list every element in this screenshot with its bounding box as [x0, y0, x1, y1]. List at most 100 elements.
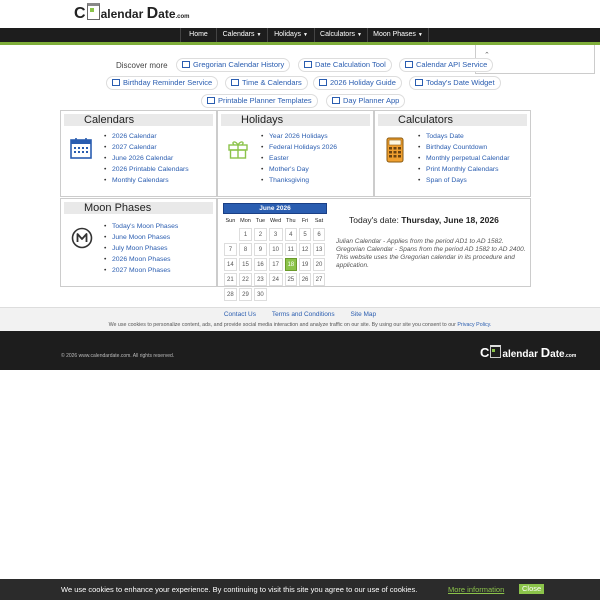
site-header: Calendar Date.com [0, 0, 600, 28]
close-cookie-button[interactable]: Close [519, 584, 545, 594]
list-item[interactable]: Easter [261, 153, 337, 164]
footer-terms-link[interactable]: Terms and Conditions [272, 311, 335, 318]
weekday-row: Sun Mon Tue Wed Thu Fri Sat [224, 216, 325, 226]
calendar-day-cell[interactable]: 19 [299, 258, 311, 271]
discover-pill[interactable]: Calendar API Service [399, 58, 494, 72]
list-item[interactable]: June 2026 Calendar [104, 153, 189, 164]
privacy-policy-link[interactable]: Privacy Policy. [457, 322, 491, 328]
list-item[interactable]: June Moon Phases [104, 232, 178, 243]
list-item[interactable]: Birthday Countdown [418, 142, 510, 153]
list-item[interactable]: Mother's Day [261, 164, 337, 175]
calendar-day-cell[interactable]: 11 [284, 243, 298, 256]
search-result-icon [405, 61, 413, 68]
calendar-day-cell[interactable]: 18 [284, 258, 298, 271]
calendar-empty-cell [313, 288, 325, 301]
discover-pill[interactable]: Date Calculation Tool [298, 58, 392, 72]
calendar-day-cell[interactable]: 1 [238, 228, 253, 241]
calendar-day-cell[interactable]: 17 [268, 258, 283, 271]
calendars-links: 2026 Calendar 2027 Calendar June 2026 Ca… [104, 131, 189, 186]
calendar-day-cell[interactable]: 13 [313, 243, 325, 256]
calendars-card: Calendars 2026 Calendar 2027 Calendar Ju… [60, 110, 217, 197]
calendar-day-cell[interactable]: 4 [284, 228, 298, 241]
list-item[interactable]: Span of Days [418, 175, 510, 186]
list-item[interactable]: Todays Date [418, 131, 510, 142]
holidays-card: Holidays Year 2026 Holidays Federal Holi… [217, 110, 374, 197]
list-item[interactable]: 2027 Moon Phases [104, 265, 178, 276]
weekday-header: Wed [269, 218, 282, 224]
list-item[interactable]: 2026 Printable Calendars [104, 164, 189, 175]
calendar-day-cell[interactable]: 5 [299, 228, 311, 241]
calendar-day-cell[interactable]: 2 [254, 228, 267, 241]
weekday-header: Tue [255, 218, 266, 224]
calendar-day-cell[interactable]: 27 [313, 273, 325, 286]
main-nav: Home Calendars ▼ Holidays ▼ Calculators ▼ M… [0, 28, 600, 45]
calendar-logo-icon [86, 3, 100, 20]
calculator-icon [386, 137, 404, 163]
calendar-day-cell[interactable]: 8 [238, 243, 253, 256]
discover-pill[interactable]: Day Planner App [326, 94, 406, 108]
more-information-link[interactable]: More information [448, 585, 504, 594]
calendar-logo-icon [490, 345, 502, 358]
footer-sitemap-link[interactable]: Site Map [351, 311, 377, 318]
list-item[interactable]: Year 2026 Holidays [261, 131, 337, 142]
search-result-icon [319, 79, 327, 86]
calendar-week-row: 21 22 23 24 25 26 27 [224, 273, 325, 286]
calendar-day-cell[interactable]: 29 [238, 288, 253, 301]
calendar-day-cell[interactable]: 26 [299, 273, 311, 286]
calendar-day-cell[interactable]: 21 [224, 273, 237, 286]
calendar-day-cell[interactable]: 9 [254, 243, 267, 256]
list-item[interactable]: July Moon Phases [104, 243, 178, 254]
nav-calculators[interactable]: Calculators ▼ [314, 28, 367, 42]
mini-calendar: June 2026 Sun Mon Tue Wed Thu Fri Sat 12345678… [223, 203, 327, 303]
nav-calendars[interactable]: Calendars ▼ [216, 28, 267, 42]
mini-calendar-month[interactable]: June 2026 [223, 203, 327, 214]
discover-pill[interactable]: Birthday Reminder Service [106, 76, 219, 90]
today-date-line: Today's date: Thursday, June 18, 2026 [349, 215, 499, 225]
list-item[interactable]: 2027 Calendar [104, 142, 189, 153]
calendar-day-cell[interactable]: 28 [224, 288, 237, 301]
calendar-day-cell[interactable]: 24 [268, 273, 283, 286]
calendar-day-cell[interactable]: 25 [284, 273, 298, 286]
list-item[interactable]: Monthly perpetual Calendar [418, 153, 510, 164]
list-item[interactable]: Today's Moon Phases [104, 221, 178, 232]
site-logo[interactable]: Calendar Date.com [74, 3, 190, 23]
discover-pill[interactable]: Today's Date Widget [409, 76, 501, 90]
list-item[interactable]: Federal Holidays 2026 [261, 142, 337, 153]
calendar-day-cell[interactable]: 23 [254, 273, 267, 286]
card-title: Calendars [64, 114, 213, 126]
calendar-day-cell[interactable]: 12 [299, 243, 311, 256]
calendar-day-cell[interactable]: 6 [313, 228, 325, 241]
nav-holidays[interactable]: Holidays ▼ [267, 28, 314, 42]
footer-logo[interactable]: Calendar Date.com [480, 345, 576, 360]
calendar-day-cell[interactable]: 20 [313, 258, 325, 271]
list-item[interactable]: Print Monthly Calendars [418, 164, 510, 175]
footer-links-bar: Contact Us Terms and Conditions Site Map… [0, 307, 600, 332]
card-title: Holidays [221, 114, 370, 126]
list-item[interactable]: 2026 Moon Phases [104, 254, 178, 265]
nav-home[interactable]: Home [180, 28, 216, 42]
calendar-day-cell[interactable]: 14 [224, 258, 237, 271]
search-result-icon [231, 79, 239, 86]
calendar-day-cell[interactable]: 22 [238, 273, 253, 286]
calendar-day-cell[interactable]: 3 [268, 228, 283, 241]
discover-pill[interactable]: Time & Calendars [225, 76, 308, 90]
calendar-day-cell[interactable]: 7 [224, 243, 237, 256]
calendar-empty-cell [299, 288, 311, 301]
calendar-day-cell[interactable]: 30 [254, 288, 267, 301]
discover-pill[interactable]: Printable Planner Templates [201, 94, 318, 108]
calculators-card: Calculators Todays Date Birthday Countdo… [374, 110, 531, 197]
list-item[interactable]: 2026 Calendar [104, 131, 189, 142]
card-title: Moon Phases [64, 202, 213, 214]
calendar-day-cell[interactable]: 16 [254, 258, 267, 271]
calendar-description: Julian Calendar - Applies from the perio… [336, 238, 526, 269]
calculators-links: Todays Date Birthday Countdown Monthly p… [418, 131, 510, 186]
discover-pill[interactable]: Gregorian Calendar History [176, 58, 291, 72]
nav-moon-phases[interactable]: Moon Phases ▼ [367, 28, 429, 42]
search-result-icon [415, 79, 423, 86]
calendar-day-cell[interactable]: 15 [238, 258, 253, 271]
list-item[interactable]: Thanksgiving [261, 175, 337, 186]
discover-pill[interactable]: 2026 Holiday Guide [313, 76, 402, 90]
list-item[interactable]: Monthly Calendars [104, 175, 189, 186]
calendar-day-cell[interactable]: 10 [268, 243, 283, 256]
footer-contact-link[interactable]: Contact Us [224, 311, 256, 318]
